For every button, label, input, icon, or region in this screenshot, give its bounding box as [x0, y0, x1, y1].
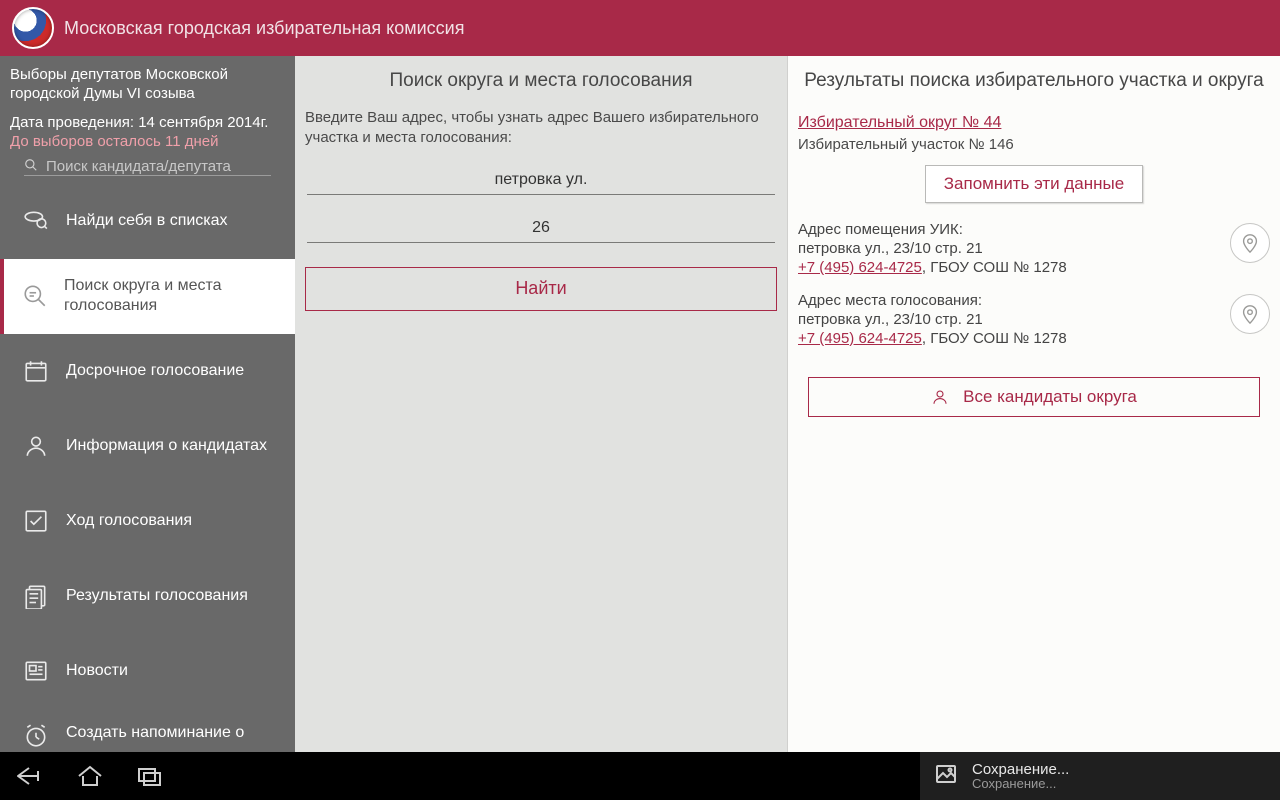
map-pin-icon — [1239, 232, 1261, 254]
calendar-icon — [22, 358, 50, 384]
notification-subtitle: Сохранение... — [972, 776, 1069, 791]
candidate-search[interactable] — [24, 158, 271, 176]
sidebar-nav: Найди себя в списках Поиск округа и мест… — [0, 184, 295, 769]
nav-search-district[interactable]: Поиск округа и места голосования — [0, 259, 295, 334]
app-bar: Московская городская избирательная комис… — [0, 0, 1280, 56]
street-input[interactable] — [307, 167, 775, 195]
android-system-bar: Сохранение... Сохранение... — [0, 752, 1280, 800]
nav-label: Результаты голосования — [66, 586, 248, 606]
vote-label: Адрес места голосования: — [798, 292, 1214, 309]
nav-news[interactable]: Новости — [0, 634, 295, 709]
nav-label: Информация о кандидатах — [66, 436, 267, 456]
alarm-clock-icon — [22, 723, 50, 749]
vote-address-block: Адрес места голосования: петровка ул., 2… — [798, 292, 1270, 347]
person-icon — [931, 388, 949, 406]
nav-find-yourself[interactable]: Найди себя в списках — [0, 184, 295, 259]
list-search-icon — [22, 208, 50, 234]
uik-phone-link[interactable]: +7 (495) 624-4725 — [798, 259, 922, 276]
vote-phone-link[interactable]: +7 (495) 624-4725 — [798, 330, 922, 347]
documents-icon — [22, 583, 50, 609]
nav-label: Новости — [66, 661, 128, 681]
results-panel: Результаты поиска избирательного участка… — [788, 56, 1280, 752]
home-button[interactable] — [60, 752, 120, 800]
uik-school: , ГБОУ СОШ № 1278 — [922, 259, 1067, 276]
nav-label: Досрочное голосование — [66, 361, 244, 381]
house-input[interactable] — [307, 215, 775, 243]
mosgorizbirkom-logo-icon — [12, 7, 54, 49]
results-panel-title: Результаты поиска избирательного участка… — [798, 70, 1270, 92]
search-panel: Поиск округа и места голосования Введите… — [295, 56, 788, 752]
vote-address: петровка ул., 23/10 стр. 21 — [798, 311, 1214, 328]
election-countdown: До выборов осталось 11 дней — [0, 131, 295, 158]
uik-address-block: Адрес помещения УИК: петровка ул., 23/10… — [798, 221, 1270, 276]
map-pin-icon — [1239, 303, 1261, 325]
election-date: Дата проведения: 14 сентября 2014г. — [0, 108, 295, 131]
nav-voting-progress[interactable]: Ход голосования — [0, 484, 295, 559]
image-icon — [934, 762, 958, 791]
app-title: Московская городская избирательная комис… — [64, 18, 464, 39]
all-candidates-label: Все кандидаты округа — [963, 387, 1137, 407]
uik-label: Адрес помещения УИК: — [798, 221, 1214, 238]
vote-map-button[interactable] — [1230, 294, 1270, 334]
newspaper-icon — [22, 658, 50, 684]
station-text: Избирательный участок № 146 — [798, 136, 1270, 153]
find-button[interactable]: Найти — [305, 267, 777, 311]
nav-label: Создать напоминание о — [66, 723, 244, 743]
candidate-search-input[interactable] — [46, 158, 271, 175]
workspace: Выборы депутатов Московской городской Ду… — [0, 56, 1280, 752]
save-notification[interactable]: Сохранение... Сохранение... — [920, 752, 1280, 800]
remember-button[interactable]: Запомнить эти данные — [925, 165, 1143, 203]
person-icon — [22, 433, 50, 459]
magnifier-ballot-icon — [22, 283, 48, 309]
sidebar: Выборы депутатов Московской городской Ду… — [0, 56, 295, 752]
checkbox-icon — [22, 508, 50, 534]
back-button[interactable] — [0, 752, 60, 800]
nav-label: Поиск округа и места голосования — [64, 276, 281, 316]
election-name: Выборы депутатов Московской городской Ду… — [0, 56, 295, 108]
search-icon — [24, 158, 38, 175]
nav-early-voting[interactable]: Досрочное голосование — [0, 334, 295, 409]
district-link[interactable]: Избирательный округ № 44 — [798, 114, 1001, 131]
nav-candidate-info[interactable]: Информация о кандидатах — [0, 409, 295, 484]
search-panel-title: Поиск округа и места голосования — [305, 70, 777, 92]
uik-map-button[interactable] — [1230, 223, 1270, 263]
nav-label: Найди себя в списках — [66, 211, 228, 231]
uik-address: петровка ул., 23/10 стр. 21 — [798, 240, 1214, 257]
vote-school: , ГБОУ СОШ № 1278 — [922, 330, 1067, 347]
nav-results[interactable]: Результаты голосования — [0, 559, 295, 634]
nav-label: Ход голосования — [66, 511, 192, 531]
all-candidates-button[interactable]: Все кандидаты округа — [808, 377, 1260, 417]
search-hint: Введите Ваш адрес, чтобы узнать адрес Ва… — [305, 108, 777, 149]
recent-apps-button[interactable] — [120, 752, 180, 800]
